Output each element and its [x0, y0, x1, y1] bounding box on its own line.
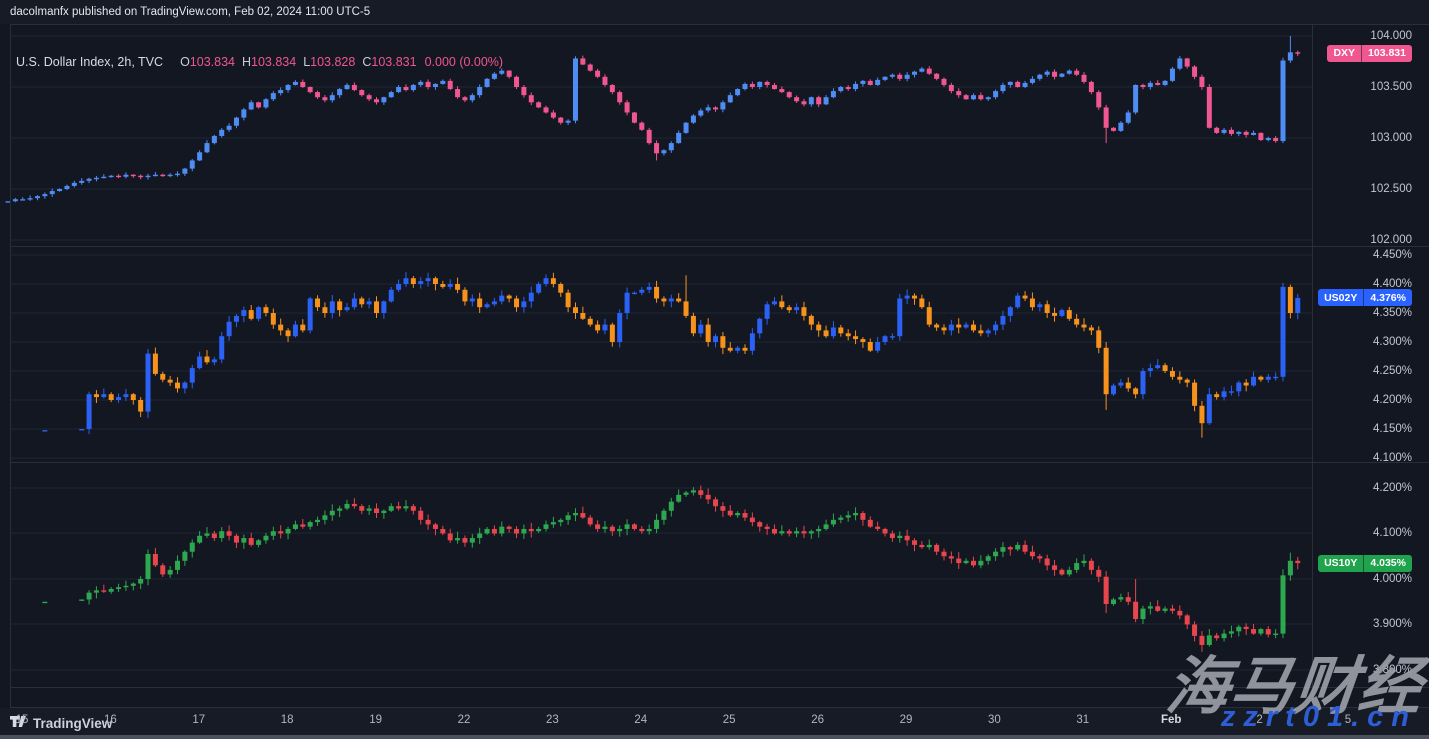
pane-separator-1[interactable]: [10, 246, 1429, 247]
publish-bar: dacolmanfx published on TradingView.com,…: [0, 0, 1429, 24]
legend-change: 0.000 (0.00%): [425, 55, 504, 69]
time-axis-label: 22: [442, 714, 486, 726]
us02y-price-badge: US02Y4.376%: [1318, 289, 1412, 306]
time-axis-label: 24: [619, 714, 663, 726]
time-axis-label: 16: [88, 714, 132, 726]
price-tick-label: 4.200%: [1373, 393, 1412, 407]
frame-left-border: [10, 24, 11, 708]
price-tick-label: 103.500: [1370, 80, 1412, 94]
price-tick-label: 4.200%: [1373, 481, 1412, 495]
time-axis-label: 25: [707, 714, 751, 726]
legend-title[interactable]: U.S. Dollar Index, 2h, TVC: [16, 55, 163, 69]
bottom-edge-strip: [0, 735, 1429, 739]
badge-value: 103.831: [1361, 45, 1412, 62]
us10y-candles[interactable]: [42, 485, 1300, 651]
time-axis-label: 17: [177, 714, 221, 726]
time-axis-label: 29: [884, 714, 928, 726]
legend-ohlc-value: 103.828: [310, 55, 355, 69]
price-tick-label: 102.500: [1370, 182, 1412, 196]
time-axis-label: 18: [265, 714, 309, 726]
price-tick-label: 4.450%: [1373, 248, 1412, 262]
us02y-candles[interactable]: [42, 272, 1300, 438]
chart-area[interactable]: U.S. Dollar Index, 2h, TVCO103.834H103.8…: [0, 24, 1429, 708]
pane-separator-2[interactable]: [10, 462, 1429, 463]
price-tick-label: 4.250%: [1373, 364, 1412, 378]
time-axis-label: 19: [354, 714, 398, 726]
badge-value: 4.035%: [1363, 555, 1412, 572]
legend-ohlc-key: O: [180, 55, 190, 69]
legend-ohlc-value: 103.831: [371, 55, 416, 69]
time-axis-label: 15: [0, 714, 44, 726]
legend-ohlc: O103.834H103.834L103.828C103.831: [173, 55, 417, 69]
badge-symbol: US10Y: [1318, 555, 1363, 572]
price-tick-label: 4.000%: [1373, 572, 1412, 586]
symbol-legend[interactable]: U.S. Dollar Index, 2h, TVCO103.834H103.8…: [16, 55, 503, 69]
watermark-url: zzrt01.cn: [1221, 701, 1417, 734]
time-axis-label: 31: [1061, 714, 1105, 726]
price-tick-label: 102.000: [1370, 233, 1412, 247]
tradingview-snapshot: dacolmanfx published on TradingView.com,…: [0, 0, 1429, 739]
legend-ohlc-key: H: [242, 55, 251, 69]
time-axis-label: 30: [972, 714, 1016, 726]
frame-top-border: [10, 24, 1429, 25]
publish-text: dacolmanfx published on TradingView.com,…: [10, 6, 370, 18]
badge-symbol: US02Y: [1318, 289, 1363, 306]
price-tick-label: 103.000: [1370, 131, 1412, 145]
time-axis-label: 23: [530, 714, 574, 726]
legend-ohlc-value: 103.834: [190, 55, 235, 69]
dxy-price-badge: DXY103.831: [1327, 45, 1412, 62]
price-tick-label: 104.000: [1370, 29, 1412, 43]
badge-symbol: DXY: [1327, 45, 1361, 62]
price-axis-separator: [1312, 24, 1313, 708]
price-tick-label: 4.100%: [1373, 526, 1412, 540]
price-tick-label: 3.900%: [1373, 617, 1412, 631]
price-tick-label: 4.350%: [1373, 306, 1412, 320]
us10y-price-badge: US10Y4.035%: [1318, 555, 1412, 572]
badge-value: 4.376%: [1363, 289, 1412, 306]
price-tick-label: 4.300%: [1373, 335, 1412, 349]
candlestick-layer[interactable]: [0, 24, 1429, 732]
price-tick-label: 4.150%: [1373, 422, 1412, 436]
legend-ohlc-value: 103.834: [251, 55, 296, 69]
time-axis-label: 26: [796, 714, 840, 726]
